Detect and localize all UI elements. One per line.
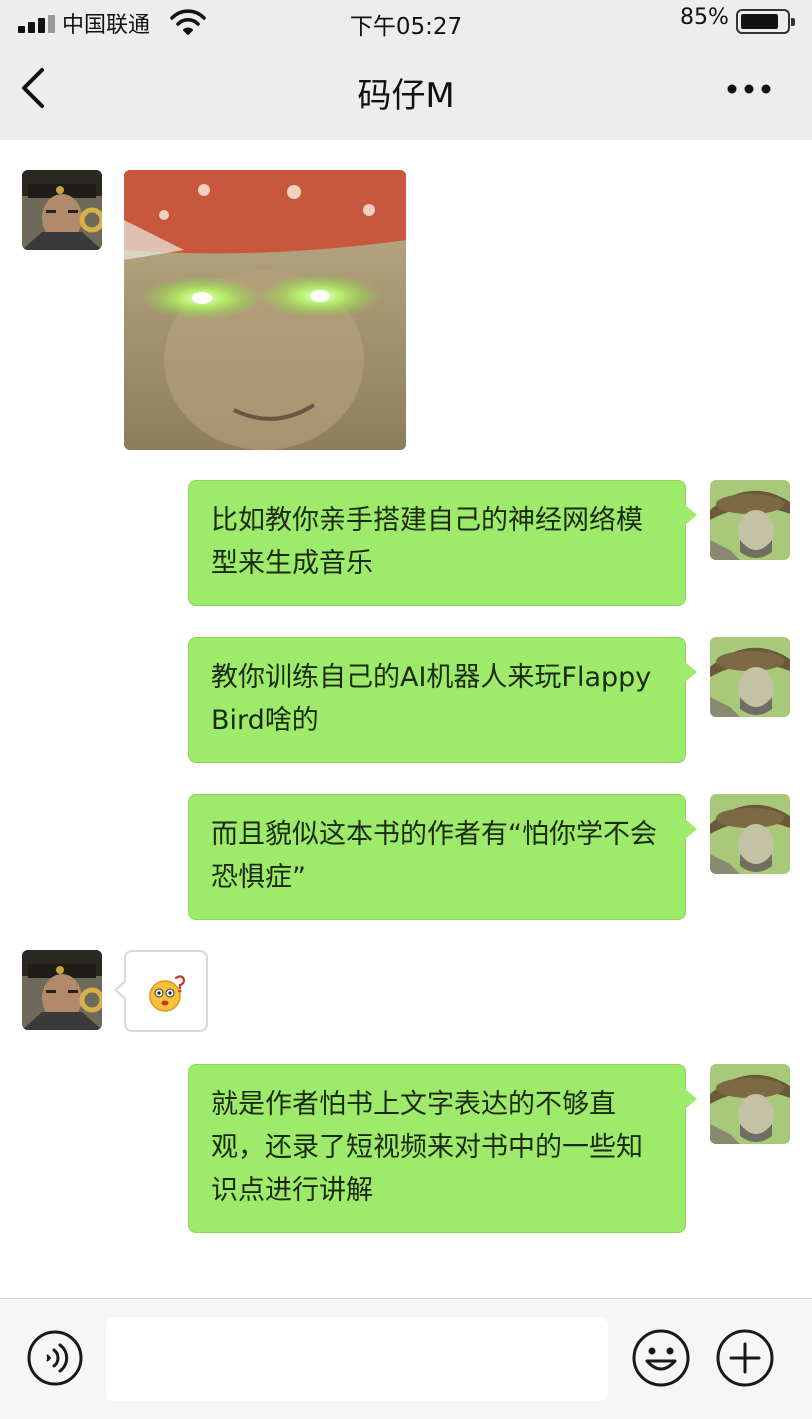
contact-avatar[interactable] (22, 170, 102, 250)
voice-icon[interactable] (27, 1330, 83, 1386)
nav-bar: 码仔M (0, 44, 812, 140)
emoji-icon[interactable] (632, 1329, 690, 1387)
my-avatar[interactable] (710, 637, 790, 717)
contact-avatar[interactable] (22, 950, 102, 1030)
incoming-emoji-message[interactable] (114, 950, 208, 1032)
image-message[interactable] (124, 170, 406, 450)
outgoing-message[interactable]: 教你训练自己的AI机器人来玩FlappyBird啥的 (188, 637, 697, 763)
my-avatar[interactable] (710, 1064, 790, 1144)
my-avatar[interactable] (710, 480, 790, 560)
battery-icon (736, 9, 795, 34)
message-input[interactable] (106, 1317, 608, 1401)
status-bar: 中国联通 下午05:27 85% (0, 0, 812, 44)
input-bar (0, 1298, 812, 1419)
more-options-icon[interactable] (724, 80, 774, 98)
battery-percent: 85% (680, 5, 729, 30)
my-avatar[interactable] (710, 794, 790, 874)
outgoing-message[interactable]: 而且貌似这本书的作者有“怕你学不会恐惧症” (188, 794, 697, 920)
plus-icon[interactable] (716, 1329, 774, 1387)
confused-face-emoji-icon (149, 975, 186, 1012)
chat-title: 码仔M (357, 76, 455, 116)
outgoing-message[interactable]: 比如教你亲手搭建自己的神经网络模型来生成音乐 (188, 480, 697, 606)
outgoing-message[interactable]: 就是作者怕书上文字表达的不够直观，还录了短视频来对书中的一些知识点进行讲解 (188, 1064, 697, 1233)
